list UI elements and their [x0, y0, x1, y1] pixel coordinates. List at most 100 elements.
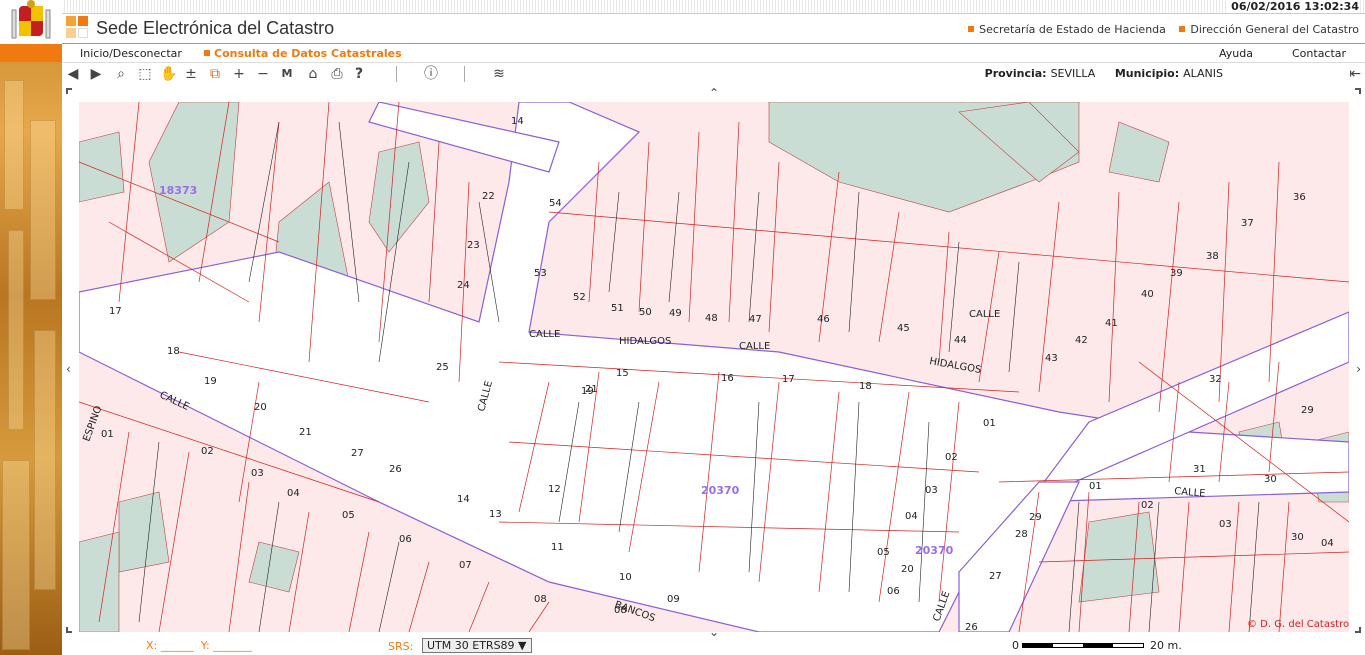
parcel-number: 36: [1293, 192, 1306, 203]
parcel-number: 45: [897, 323, 910, 334]
street-label: CALLE: [969, 309, 1000, 320]
copyright: © D. G. del Catastro: [1247, 619, 1349, 630]
nav-consulta[interactable]: Consulta de Datos Catastrales: [204, 47, 402, 60]
street-label: CALLE: [1174, 486, 1206, 500]
parcel-number: 14: [457, 494, 470, 505]
pan-right-icon[interactable]: ›: [1356, 362, 1361, 376]
srs-select[interactable]: UTM 30 ETRS89 ▼: [422, 638, 532, 653]
nav-help[interactable]: Ayuda: [1219, 47, 1253, 60]
parcel-number: 54: [549, 198, 562, 209]
parcel-number: 29: [1301, 405, 1314, 416]
pan-up-icon[interactable]: ⌃: [709, 86, 719, 100]
block-id: 20370: [701, 484, 740, 497]
parcel-number: 32: [1209, 374, 1222, 385]
side-banner: [0, 0, 62, 655]
exit-icon[interactable]: ⇤: [1349, 66, 1361, 82]
parcel-number: 37: [1241, 218, 1254, 229]
datetime: 06/02/2016 13:02:34: [1227, 0, 1359, 13]
parcel-number: 20: [254, 402, 267, 413]
catastro-logo-icon: [66, 16, 88, 40]
parcel-number: 09: [667, 594, 680, 605]
parcel-number: 06: [399, 534, 412, 545]
parcel-number: 38: [1206, 251, 1219, 262]
nav-home[interactable]: Inicio/Desconectar: [80, 47, 182, 60]
link-secretaria[interactable]: Secretaría de Estado de Hacienda: [968, 23, 1166, 36]
zoom-in-icon[interactable]: +: [230, 65, 248, 83]
parcel-number: 48: [705, 313, 718, 324]
parcel-number: 02: [945, 452, 958, 463]
info-icon[interactable]: ⓘ: [422, 65, 440, 83]
help-icon[interactable]: ?: [350, 65, 368, 83]
hand-icon[interactable]: ✋: [160, 65, 178, 83]
street-label: HIDALGOS: [928, 356, 981, 376]
parcel-number: 08: [614, 605, 627, 616]
parcel-number: 46: [817, 314, 830, 325]
parcel-number: 19: [204, 376, 217, 387]
parcel-number: 27: [989, 571, 1002, 582]
parcel-number: 50: [639, 307, 652, 318]
parcel-number: 27: [351, 448, 364, 459]
coordinate-readout: X: ______ Y: _______: [146, 639, 252, 652]
status-bar: X: ______ Y: _______ SRS: UTM 30 ETRS89 …: [62, 637, 1365, 655]
parcel-number: 21: [299, 427, 312, 438]
map-frame: ⌃ ⌄ ‹ › CALLE HIDALGOS CALLE HIDALGOS CA…: [62, 84, 1365, 639]
parcel-number: 04: [287, 488, 300, 499]
parcel-number: 41: [1105, 318, 1118, 329]
parcel-number: 01: [983, 418, 996, 429]
block-id: 18373: [159, 184, 197, 197]
parcel-number: 20: [901, 564, 914, 575]
parcel-number: 44: [954, 335, 967, 346]
cube-icon[interactable]: ⬚: [136, 65, 154, 83]
link-direccion[interactable]: Dirección General del Catastro: [1179, 23, 1359, 36]
layers-icon[interactable]: ≋: [490, 65, 508, 83]
parcel-number: 17: [782, 374, 795, 385]
location-info: Provincia: SEVILLA Municipio: ALANIS: [984, 67, 1223, 80]
site-header: Sede Electrónica del Catastro Secretaría…: [62, 14, 1365, 44]
home-map-icon[interactable]: ⌂: [304, 65, 322, 83]
parcel-number: 01: [1089, 481, 1102, 492]
cadastral-map[interactable]: CALLE HIDALGOS CALLE HIDALGOS CALLE CALL…: [79, 102, 1349, 632]
parcel-number: 02: [1141, 500, 1154, 511]
parcel-number: 06: [887, 586, 900, 597]
street-label: HIDALGOS: [619, 336, 671, 347]
parcel-number: 05: [342, 510, 355, 521]
parcel-number: 10: [619, 572, 632, 583]
street-label: CALLE: [739, 341, 770, 352]
parcel-number: 29: [1029, 512, 1042, 523]
zoom-out-icon[interactable]: −: [254, 65, 272, 83]
datetime-bar: 06/02/2016 13:02:34: [62, 0, 1365, 14]
parcel-number: 51: [611, 303, 624, 314]
parcel-number: 16: [721, 373, 734, 384]
street-label: CALLE: [931, 590, 952, 623]
parcel-number: 18: [167, 346, 180, 357]
nav-bar: Inicio/Desconectar Consulta de Datos Cat…: [0, 44, 1365, 62]
parcel-number: 30: [1291, 532, 1304, 543]
nav-contact[interactable]: Contactar: [1292, 47, 1346, 60]
parcel-number: 52: [573, 292, 586, 303]
parcel-number: 02: [201, 446, 214, 457]
srs-label: SRS:: [388, 640, 414, 653]
parcel-number: 22: [482, 191, 495, 202]
parcel-number: 03: [925, 485, 938, 496]
print-icon[interactable]: ⎙: [328, 65, 346, 83]
parcel-number: 26: [965, 622, 978, 632]
parcel-number: 08: [534, 594, 547, 605]
select-icon[interactable]: ⧉: [206, 65, 224, 83]
pan-left-icon[interactable]: ‹: [66, 362, 71, 376]
parcel-number: 12: [548, 484, 561, 495]
marker-m-icon[interactable]: M: [278, 65, 296, 83]
street-label: CALLE: [529, 329, 560, 340]
municipality-value: ALANIS: [1183, 67, 1223, 80]
parcel-number: 47: [749, 314, 762, 325]
parcel-number: 11: [551, 542, 564, 553]
parcel-number: 31: [1193, 464, 1206, 475]
scale-end: 20 m.: [1150, 639, 1182, 652]
zoom-extent-icon[interactable]: ±: [182, 65, 200, 83]
back-icon[interactable]: ◀: [64, 65, 82, 83]
parcel-number: 23: [467, 240, 480, 251]
parcel-number: 04: [1321, 538, 1334, 549]
zoom-icon[interactable]: ⌕: [112, 65, 130, 83]
parcel-number: 04: [905, 511, 918, 522]
dropdown-arrow-icon: ▼: [518, 639, 527, 652]
forward-icon[interactable]: ▶: [87, 65, 105, 83]
